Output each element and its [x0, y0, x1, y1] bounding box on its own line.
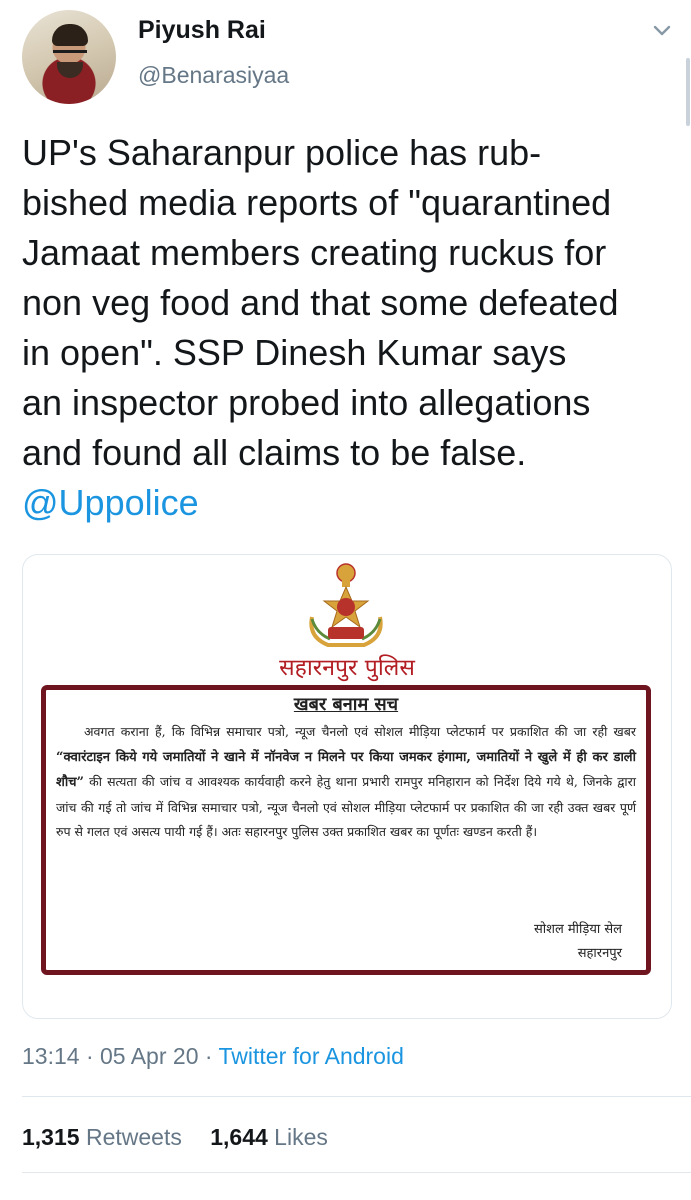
tweet-line: Jamaat members creating ruckus for: [22, 232, 607, 273]
scrollbar[interactable]: [686, 58, 690, 126]
likes-stat[interactable]: 1,644 Likes: [210, 1124, 328, 1150]
avatar-hair: [52, 24, 88, 46]
meta-separator: ·: [79, 1043, 101, 1069]
tweet-line: non veg food and that some defeated: [22, 282, 619, 323]
tweet-date: 05 Apr 20: [100, 1043, 199, 1069]
retweets-stat[interactable]: 1,315 Retweets: [22, 1124, 182, 1150]
tweet-time: 13:14: [22, 1043, 80, 1069]
tweet-line: an inspector probed into allegations: [22, 382, 591, 423]
mention-link[interactable]: @Uppolice: [22, 478, 682, 528]
likes-count: 1,644: [210, 1124, 268, 1150]
avatar-glasses: [53, 50, 87, 61]
chevron-down-icon[interactable]: [651, 20, 673, 42]
tweet-line: bished media reports of "quarantined: [22, 182, 612, 223]
tweet-stats: 1,315 Retweets 1,644 Likes: [22, 1124, 350, 1151]
media-card[interactable]: सहारनपुर पुलिस खबर बनाम सच अवगत कराना है…: [22, 554, 672, 1019]
retweets-count: 1,315: [22, 1124, 80, 1150]
notice-body: अवगत कराना हैं, कि विभिन्न समाचार पत्रो,…: [56, 720, 636, 845]
avatar-beard: [57, 62, 83, 78]
tweet-text: UP's Saharanpur police has rub- bished m…: [22, 128, 682, 528]
avatar[interactable]: [22, 10, 116, 104]
user-handle[interactable]: @Benarasiyaa: [138, 62, 289, 89]
police-emblem: [309, 563, 383, 647]
retweets-label: Retweets: [85, 1124, 182, 1150]
notice-signature: सोशल मीड़िया सेल सहारनपुर: [534, 918, 622, 966]
sign-line2: सहारनपुर: [577, 946, 622, 961]
notice-title: खबर बनाम सच: [293, 694, 399, 715]
tweet-line: in open". SSP Dinesh Kumar says: [22, 332, 567, 373]
tweet-line: UP's Saharanpur police has rub-: [22, 132, 542, 173]
notice-box: खबर बनाम सच अवगत कराना हैं, कि विभिन्न स…: [41, 685, 651, 975]
tweet-line: and found all claims to be false.: [22, 432, 527, 473]
tweet-meta: 13:14 · 05 Apr 20 · Twitter for Android: [22, 1043, 404, 1070]
tweet-source-link[interactable]: Twitter for Android: [219, 1043, 404, 1069]
likes-label: Likes: [274, 1124, 328, 1150]
sign-line1: सोशल मीड़िया सेल: [533, 922, 622, 937]
notice-body-start: अवगत कराना हैं, कि विभिन्न समाचार पत्रो,…: [84, 724, 636, 739]
meta-separator: ·: [198, 1043, 219, 1069]
org-title: सहारनपुर पुलिस: [279, 655, 415, 681]
user-name[interactable]: Piyush Rai: [138, 16, 266, 45]
notice-body-end: की सत्यता की जांच व आवश्यक कार्यवाही करन…: [56, 774, 636, 839]
divider: [22, 1096, 691, 1097]
divider: [22, 1172, 691, 1173]
